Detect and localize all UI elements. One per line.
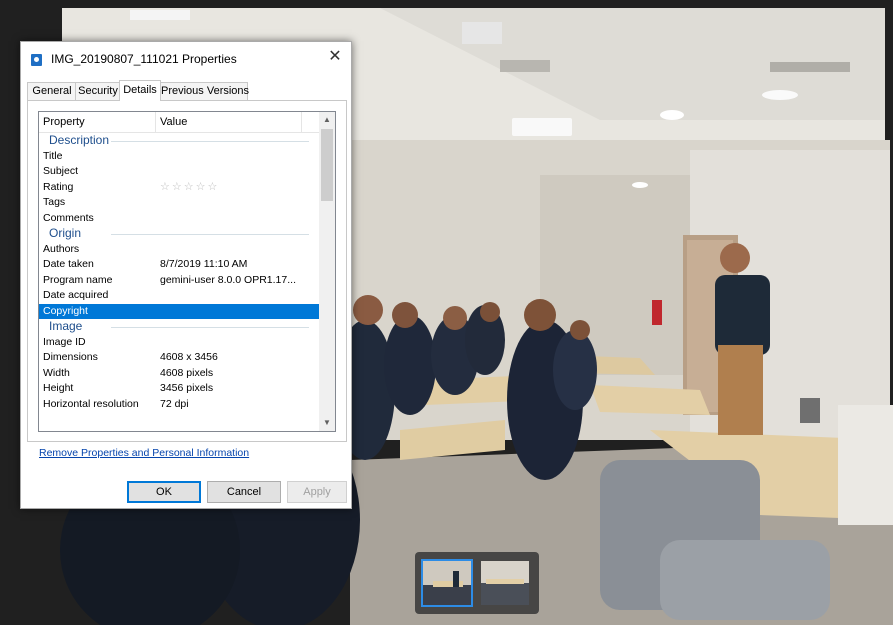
list-header: Property Value bbox=[39, 112, 319, 133]
remove-properties-link[interactable]: Remove Properties and Personal Informati… bbox=[39, 447, 249, 459]
property-name: Authors bbox=[43, 242, 80, 255]
property-value: 4608 x 3456 bbox=[160, 351, 218, 363]
property-row[interactable]: Dimensions 4608 x 3456 bbox=[39, 350, 319, 366]
property-row[interactable]: Authors bbox=[39, 242, 319, 258]
group-divider bbox=[111, 327, 309, 328]
property-name: Tags bbox=[43, 196, 66, 208]
close-button[interactable]: ✕ bbox=[327, 49, 343, 65]
group-label: Image bbox=[49, 319, 83, 333]
property-rows: Description Title Subject Rating ☆☆☆☆☆ Tags Co… bbox=[39, 133, 319, 412]
column-header-property[interactable]: Property bbox=[43, 116, 85, 128]
thumbnail-2-image bbox=[481, 561, 529, 605]
group-label: Origin bbox=[49, 226, 82, 240]
property-name: Copyright bbox=[43, 304, 88, 317]
property-row[interactable]: Date taken 8/7/2019 11:10 AM bbox=[39, 257, 319, 273]
group-header[interactable]: Description bbox=[39, 133, 319, 149]
filmstrip bbox=[415, 552, 539, 614]
property-name: Dimensions bbox=[43, 351, 98, 363]
scrollbar-thumb[interactable] bbox=[321, 129, 333, 201]
property-row[interactable]: Title bbox=[39, 149, 319, 165]
property-name: Width bbox=[43, 366, 70, 379]
details-panel: Property Value Description Title Subject Ra… bbox=[27, 100, 347, 442]
property-value: 3456 pixels bbox=[160, 382, 214, 394]
properties-dialog: IMG_20190807_111021 Properties ✕ General… bbox=[20, 41, 352, 509]
group-label: Description bbox=[49, 133, 110, 147]
group-header[interactable]: Origin bbox=[39, 226, 319, 242]
title-bar[interactable]: IMG_20190807_111021 Properties ✕ bbox=[21, 42, 351, 76]
property-name: Subject bbox=[43, 165, 79, 177]
property-row[interactable]: Date acquired bbox=[39, 288, 319, 304]
property-row[interactable]: Subject bbox=[39, 164, 319, 180]
property-row[interactable]: Program name gemini-user 8.0.0 OPR1.17... bbox=[39, 273, 319, 289]
property-row[interactable]: Comments bbox=[39, 211, 319, 227]
scroll-up-icon[interactable]: ▲ bbox=[319, 112, 335, 128]
group-divider bbox=[111, 141, 309, 142]
property-name: Image ID bbox=[43, 335, 86, 348]
tab-previous-versions[interactable]: Previous Versions bbox=[160, 82, 249, 100]
dialog-title: IMG_20190807_111021 Properties bbox=[51, 52, 237, 66]
column-divider[interactable] bbox=[301, 112, 302, 132]
ok-button[interactable]: OK bbox=[127, 481, 201, 503]
property-value: 4608 pixels bbox=[160, 366, 214, 379]
property-name: Comments bbox=[43, 211, 94, 224]
property-name: Height bbox=[43, 382, 74, 394]
property-row[interactable]: Width 4608 pixels bbox=[39, 366, 319, 382]
property-value: 72 dpi bbox=[160, 397, 189, 410]
property-row[interactable]: Height 3456 pixels bbox=[39, 381, 319, 397]
properties-list[interactable]: Property Value Description Title Subject Ra… bbox=[38, 111, 336, 432]
thumbnail-1-image bbox=[423, 561, 471, 605]
column-header-value[interactable]: Value bbox=[160, 116, 187, 128]
tab-general[interactable]: General bbox=[27, 82, 77, 100]
tab-details[interactable]: Details bbox=[119, 80, 161, 101]
column-divider[interactable] bbox=[155, 112, 156, 132]
scroll-down-icon[interactable]: ▼ bbox=[319, 415, 335, 431]
property-row[interactable]: Tags bbox=[39, 195, 319, 211]
tab-security[interactable]: Security bbox=[75, 82, 121, 100]
property-name: Horizontal resolution bbox=[43, 397, 139, 410]
property-name: Rating bbox=[43, 180, 74, 193]
image-file-icon bbox=[31, 54, 42, 66]
group-header[interactable]: Image bbox=[39, 319, 319, 335]
group-divider bbox=[111, 234, 309, 235]
cancel-button[interactable]: Cancel bbox=[207, 481, 281, 503]
property-row[interactable]: Horizontal resolution 72 dpi bbox=[39, 397, 319, 413]
property-row[interactable]: Rating ☆☆☆☆☆ bbox=[39, 180, 319, 196]
rating-stars[interactable]: ☆☆☆☆☆ bbox=[160, 180, 318, 196]
property-value: gemini-user 8.0.0 OPR1.17... bbox=[160, 273, 296, 286]
property-value: 8/7/2019 11:10 AM bbox=[160, 258, 248, 270]
thumbnail-1[interactable] bbox=[421, 559, 473, 607]
property-row[interactable]: Image ID bbox=[39, 335, 319, 351]
property-name: Date acquired bbox=[43, 289, 109, 301]
property-row[interactable]: Copyright bbox=[39, 303, 319, 319]
thumbnail-2[interactable] bbox=[481, 561, 529, 605]
property-name: Date taken bbox=[43, 258, 94, 270]
apply-button[interactable]: Apply bbox=[287, 481, 347, 503]
vertical-scrollbar[interactable]: ▲ ▼ bbox=[319, 112, 335, 431]
property-name: Program name bbox=[43, 273, 113, 286]
property-name: Title bbox=[43, 149, 63, 162]
